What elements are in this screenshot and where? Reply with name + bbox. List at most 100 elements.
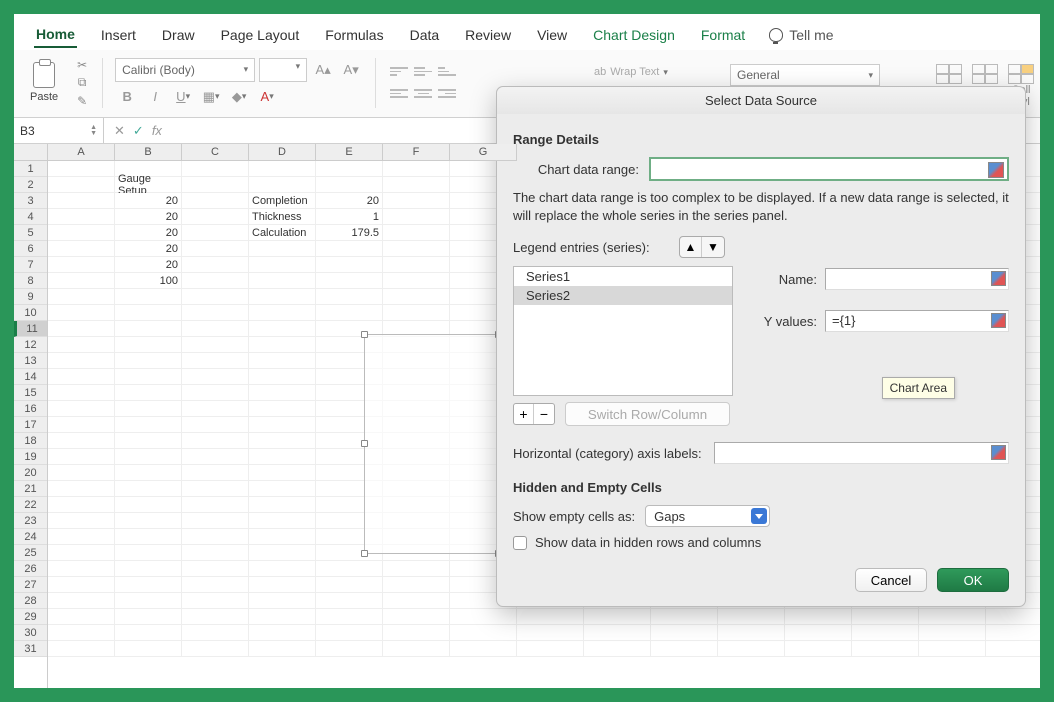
cell[interactable] xyxy=(115,513,182,529)
resize-handle[interactable] xyxy=(361,550,368,557)
row-header[interactable]: 1 xyxy=(14,161,47,177)
show-hidden-checkbox[interactable] xyxy=(513,536,527,550)
cell[interactable] xyxy=(182,417,249,433)
cell[interactable] xyxy=(584,609,651,625)
cell[interactable] xyxy=(115,433,182,449)
cell[interactable] xyxy=(249,257,316,273)
cell[interactable] xyxy=(249,497,316,513)
row-header[interactable]: 5 xyxy=(14,225,47,241)
row-header[interactable]: 8 xyxy=(14,273,47,289)
range-picker-icon[interactable] xyxy=(991,271,1006,286)
cell[interactable] xyxy=(383,225,450,241)
row-header[interactable]: 2 xyxy=(14,177,47,193)
row-header[interactable]: 12 xyxy=(14,337,47,353)
font-size-select[interactable]: ▾ xyxy=(259,58,307,82)
cell[interactable] xyxy=(785,609,852,625)
cut-icon[interactable]: ✂ xyxy=(74,58,90,72)
cell[interactable] xyxy=(48,209,115,225)
column-header[interactable]: G xyxy=(450,144,517,161)
range-picker-icon[interactable] xyxy=(988,162,1004,178)
cell[interactable] xyxy=(182,561,249,577)
wrap-text-button[interactable]: ab Wrap Text ▾ xyxy=(594,66,668,78)
cell[interactable] xyxy=(48,561,115,577)
cell[interactable] xyxy=(249,641,316,657)
cell[interactable] xyxy=(584,625,651,641)
cell[interactable] xyxy=(316,241,383,257)
column-header[interactable]: F xyxy=(383,144,450,161)
cell[interactable] xyxy=(852,609,919,625)
cell[interactable] xyxy=(316,289,383,305)
cell[interactable] xyxy=(182,369,249,385)
cell[interactable] xyxy=(115,337,182,353)
cell[interactable] xyxy=(316,257,383,273)
align-center-icon[interactable] xyxy=(412,85,434,103)
cell[interactable] xyxy=(115,353,182,369)
tab-formulas[interactable]: Formulas xyxy=(323,23,385,47)
tab-view[interactable]: View xyxy=(535,23,569,47)
row-header[interactable]: 13 xyxy=(14,353,47,369)
cell[interactable] xyxy=(182,641,249,657)
cell[interactable] xyxy=(48,577,115,593)
cell[interactable] xyxy=(182,321,249,337)
cell-value[interactable]: 179.5 xyxy=(316,225,383,241)
cell[interactable] xyxy=(450,641,517,657)
cell[interactable] xyxy=(115,625,182,641)
cell[interactable] xyxy=(718,609,785,625)
cell[interactable] xyxy=(115,593,182,609)
cell[interactable] xyxy=(383,625,450,641)
cell[interactable] xyxy=(249,529,316,545)
cell[interactable] xyxy=(316,305,383,321)
underline-button[interactable]: U▾ xyxy=(171,86,195,108)
cell[interactable] xyxy=(115,481,182,497)
cell[interactable] xyxy=(182,433,249,449)
series-list-item[interactable]: Series1 xyxy=(514,267,732,286)
cell[interactable] xyxy=(383,609,450,625)
column-header[interactable]: C xyxy=(182,144,249,161)
row-header[interactable]: 29 xyxy=(14,609,47,625)
cell-value[interactable]: Calculation xyxy=(249,225,316,241)
cell[interactable] xyxy=(115,609,182,625)
row-header[interactable]: 10 xyxy=(14,305,47,321)
cell[interactable] xyxy=(450,625,517,641)
cell[interactable] xyxy=(48,465,115,481)
row-header[interactable]: 25 xyxy=(14,545,47,561)
cell-value[interactable]: 20 xyxy=(115,257,182,273)
cell[interactable] xyxy=(115,561,182,577)
cell[interactable] xyxy=(249,401,316,417)
cell[interactable] xyxy=(249,385,316,401)
cell[interactable] xyxy=(182,593,249,609)
cell[interactable] xyxy=(249,433,316,449)
tab-review[interactable]: Review xyxy=(463,23,513,47)
row-header[interactable]: 16 xyxy=(14,401,47,417)
cell[interactable] xyxy=(48,529,115,545)
column-header[interactable]: E xyxy=(316,144,383,161)
cell[interactable] xyxy=(182,209,249,225)
cell[interactable] xyxy=(383,241,450,257)
cell[interactable] xyxy=(316,609,383,625)
cell[interactable] xyxy=(48,257,115,273)
row-header[interactable]: 28 xyxy=(14,593,47,609)
cell[interactable] xyxy=(182,337,249,353)
cell-value[interactable]: 100 xyxy=(115,273,182,289)
cell[interactable] xyxy=(182,609,249,625)
switch-row-column-button[interactable]: Switch Row/Column xyxy=(565,402,730,426)
cell[interactable] xyxy=(48,321,115,337)
cell[interactable] xyxy=(182,225,249,241)
move-series-up-button[interactable]: ▲ xyxy=(680,237,702,257)
cell[interactable] xyxy=(182,385,249,401)
cell[interactable] xyxy=(182,497,249,513)
row-header[interactable]: 17 xyxy=(14,417,47,433)
cell[interactable] xyxy=(383,257,450,273)
cell[interactable] xyxy=(48,225,115,241)
cell-value[interactable]: 20 xyxy=(115,241,182,257)
cell[interactable] xyxy=(316,577,383,593)
align-middle-icon[interactable] xyxy=(412,63,434,81)
cell-value[interactable]: 20 xyxy=(115,193,182,209)
cell[interactable] xyxy=(182,177,249,193)
cell[interactable] xyxy=(249,161,316,177)
cell[interactable] xyxy=(316,273,383,289)
cell[interactable] xyxy=(316,561,383,577)
cell[interactable] xyxy=(852,625,919,641)
cell[interactable] xyxy=(383,577,450,593)
cell[interactable] xyxy=(48,481,115,497)
